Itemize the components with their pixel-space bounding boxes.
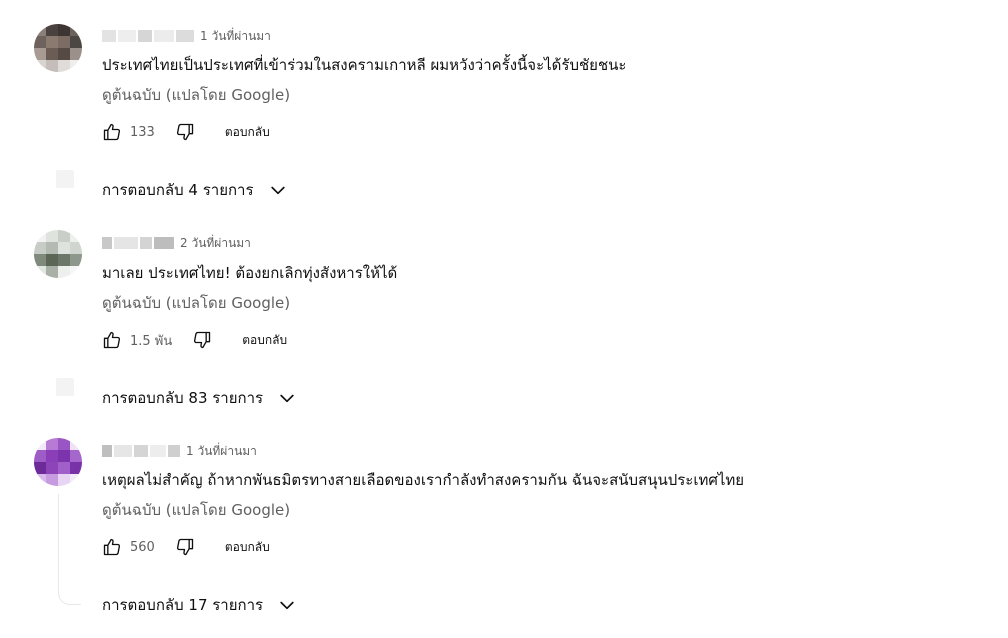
thumb-up-icon <box>103 331 121 349</box>
replies-label: การตอบกลับ 17 รายการ <box>102 596 264 614</box>
comment-time[interactable]: 2 วันที่ผ่านมา <box>180 234 251 253</box>
view-replies-button[interactable]: การตอบกลับ 4 รายการ <box>102 178 290 202</box>
replies-label: การตอบกลับ 4 รายการ <box>102 181 254 199</box>
thumb-up-icon <box>103 538 121 556</box>
view-replies-button[interactable]: การตอบกลับ 83 รายการ <box>102 386 299 410</box>
thread-curve <box>58 590 81 605</box>
comment-text: มาเลย ประเทศไทย! ต้องยกเลิกทุ่งสังหารให้… <box>102 264 398 282</box>
author-name-redacted[interactable] <box>102 30 194 42</box>
reply-button[interactable]: ตอบกลับ <box>242 331 287 350</box>
chevron-down-icon <box>275 593 299 617</box>
author-name-redacted[interactable] <box>102 237 174 249</box>
thumb-down-icon <box>176 538 193 556</box>
thumb-down-icon <box>176 123 193 141</box>
dislike-button[interactable] <box>173 120 197 144</box>
comment-actions: 1.5 พัน ตอบกลับ <box>100 328 287 352</box>
see-original-link[interactable]: ดูต้นฉบับ (แปลโดย Google) <box>102 292 290 314</box>
view-replies-button[interactable]: การตอบกลับ 17 รายการ <box>102 593 299 617</box>
see-original-link[interactable]: ดูต้นฉบับ (แปลโดย Google) <box>102 84 290 106</box>
comment-header: 1 วันที่ผ่านมา <box>102 27 271 45</box>
thread-line <box>58 494 59 590</box>
comment-time[interactable]: 1 วันที่ผ่านมา <box>200 27 271 46</box>
comment-text: เหตุผลไม่สำคัญ ถ้าหากพันธมิตรทางสายเลือด… <box>102 471 745 489</box>
see-original-link[interactable]: ดูต้นฉบับ (แปลโดย Google) <box>102 499 290 521</box>
avatar[interactable] <box>34 24 82 72</box>
comment-actions: 133 ตอบกลับ <box>100 120 270 144</box>
like-button[interactable] <box>100 120 124 144</box>
dislike-button[interactable] <box>190 328 214 352</box>
reply-button[interactable]: ตอบกลับ <box>225 538 270 557</box>
thread-marker <box>56 170 74 188</box>
thread-marker <box>56 378 74 396</box>
reply-button[interactable]: ตอบกลับ <box>225 123 270 142</box>
chevron-down-icon <box>266 178 290 202</box>
comment-header: 1 วันที่ผ่านมา <box>102 442 257 460</box>
thumb-down-icon <box>194 331 211 349</box>
comment-time[interactable]: 1 วันที่ผ่านมา <box>186 442 257 461</box>
like-button[interactable] <box>100 535 124 559</box>
thumb-up-icon <box>103 123 121 141</box>
avatar[interactable] <box>34 230 82 278</box>
avatar[interactable] <box>34 438 82 486</box>
like-button[interactable] <box>100 328 124 352</box>
dislike-button[interactable] <box>173 535 197 559</box>
author-name-redacted[interactable] <box>102 445 180 457</box>
comment-header: 2 วันที่ผ่านมา <box>102 234 251 252</box>
like-count: 1.5 พัน <box>130 333 173 349</box>
like-count: 133 <box>130 124 155 140</box>
comment-text: ประเทศไทยเป็นประเทศที่เข้าร่วมในสงครามเก… <box>102 56 627 74</box>
like-count: 560 <box>130 539 155 555</box>
chevron-down-icon <box>275 386 299 410</box>
replies-label: การตอบกลับ 83 รายการ <box>102 389 264 407</box>
comment-actions: 560 ตอบกลับ <box>100 535 270 559</box>
